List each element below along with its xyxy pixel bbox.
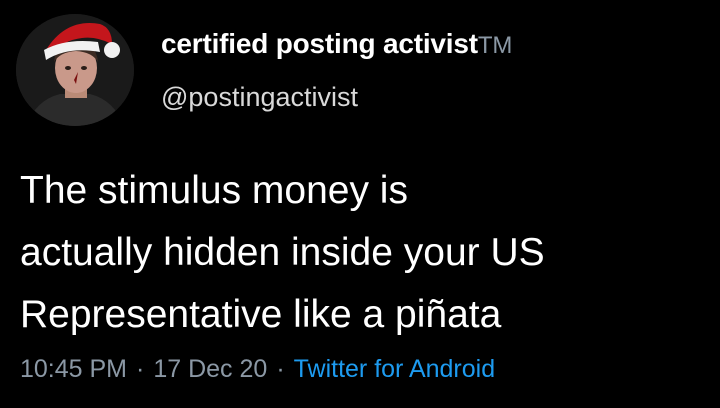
separator-dot: · bbox=[136, 355, 145, 383]
tweet-source-link[interactable]: Twitter for Android bbox=[294, 355, 495, 383]
tweet-line: The stimulus money is bbox=[20, 169, 408, 212]
display-name-text: certified posting activist bbox=[161, 28, 478, 59]
trademark-mark: TM bbox=[477, 32, 513, 59]
tweet-line: Representative like a piñata bbox=[20, 293, 502, 336]
tweet-metadata: 10:45 PM · 17 Dec 20 · Twitter for Android bbox=[20, 355, 495, 384]
tweet-card: certified posting activistTM @postingact… bbox=[0, 0, 720, 408]
user-handle[interactable]: @postingactivist bbox=[161, 82, 358, 113]
tweet-date[interactable]: 17 Dec 20 bbox=[153, 355, 267, 383]
avatar[interactable] bbox=[16, 14, 134, 126]
display-name[interactable]: certified posting activistTM bbox=[161, 28, 512, 60]
tweet-text: The stimulus money is actually hidden in… bbox=[20, 160, 700, 346]
profile-photo-icon bbox=[16, 14, 134, 126]
tweet-line: actually hidden inside your US bbox=[20, 231, 545, 274]
tweet-time[interactable]: 10:45 PM bbox=[20, 355, 127, 383]
separator-dot: · bbox=[276, 355, 285, 383]
